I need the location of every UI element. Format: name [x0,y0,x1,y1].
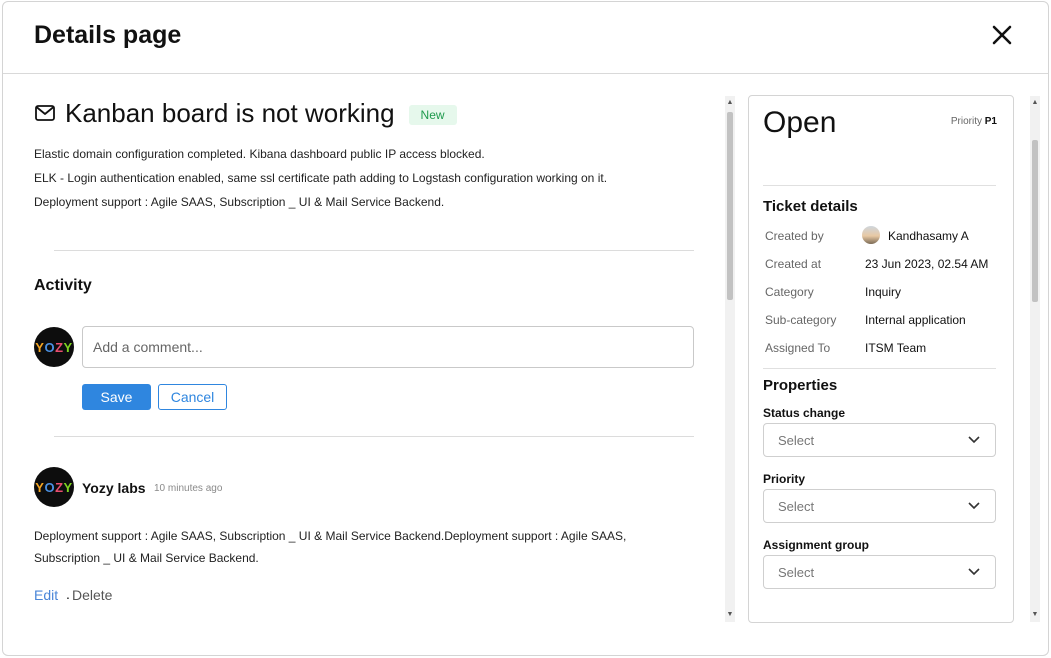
divider [54,250,694,251]
description-line: ELK - Login authentication enabled, same… [34,171,608,185]
assignment-group-label: Assignment group [763,538,870,552]
scroll-up-arrow-icon[interactable]: ▲ [1030,98,1040,108]
ticket-status: Open [763,106,837,139]
avatar: YOZY [34,327,74,367]
detail-row-sub-category: Sub-category Internal application [765,313,966,327]
cancel-button[interactable]: Cancel [158,384,227,410]
user-avatar [862,226,880,244]
status-change-select[interactable]: Select [763,423,996,457]
divider [763,185,996,186]
comment-body: Deployment support : Agile SAAS, Subscri… [34,529,627,565]
divider [54,436,694,437]
ticket-details-heading: Ticket details [763,198,858,215]
details-modal: Details page Kanban board is not working… [2,1,1049,656]
detail-row-assigned-to: Assigned To ITSM Team [765,341,927,355]
assignment-group-select[interactable]: Select [763,555,996,589]
scroll-up-arrow-icon[interactable]: ▲ [725,98,735,108]
comment-input[interactable] [82,326,694,368]
delete-link[interactable]: Delete [72,587,112,603]
chevron-down-icon [968,568,980,576]
chevron-down-icon [968,502,980,510]
description-line: Elastic domain configuration completed. … [34,147,485,161]
link-separator: . [66,586,70,602]
scroll-down-arrow-icon[interactable]: ▼ [1030,610,1040,620]
comment-author: Yozy labs [82,480,146,496]
modal-header: Details page [3,2,1048,74]
close-icon[interactable] [989,22,1015,48]
avatar: YOZY [34,467,74,507]
status-badge: New [408,105,457,125]
detail-row-category: Category Inquiry [765,285,902,299]
status-change-label: Status change [763,406,846,420]
ticket-description: Elastic domain configuration completed. … [34,146,607,218]
ticket-title: Kanban board is not working [65,97,395,128]
detail-row-created-by: Created by Kandhasamy A [763,226,1003,249]
page-title: Details page [34,21,182,49]
divider [763,368,996,369]
scrollbar-thumb[interactable] [1032,140,1038,302]
priority-label: Priority [763,472,806,486]
main-scrollbar[interactable]: ▲ ▼ [725,96,735,622]
edit-link[interactable]: Edit [34,587,58,603]
properties-heading: Properties [763,377,838,394]
detail-row-created-at: Created at 23 Jun 2023, 02.54 AM [765,257,989,271]
scrollbar-thumb[interactable] [727,112,733,300]
mail-icon [35,105,55,121]
ticket-title-row: Kanban board is not working New [34,96,457,130]
description-line: Deployment support : Agile SAAS, Subscri… [34,195,445,209]
priority-indicator: Priority P1 [950,116,997,127]
priority-select[interactable]: Select [763,489,996,523]
ticket-main-content: Kanban board is not working New Elastic … [3,74,723,655]
panel-scrollbar[interactable]: ▲ ▼ [1030,96,1040,622]
chevron-down-icon [968,436,980,444]
scroll-down-arrow-icon[interactable]: ▼ [725,610,735,620]
comment-timestamp: 10 minutes ago [154,483,223,494]
ticket-side-panel: Open Priority P1 Ticket details Created … [748,95,1014,623]
save-button[interactable]: Save [82,384,151,410]
activity-heading: Activity [34,277,92,294]
